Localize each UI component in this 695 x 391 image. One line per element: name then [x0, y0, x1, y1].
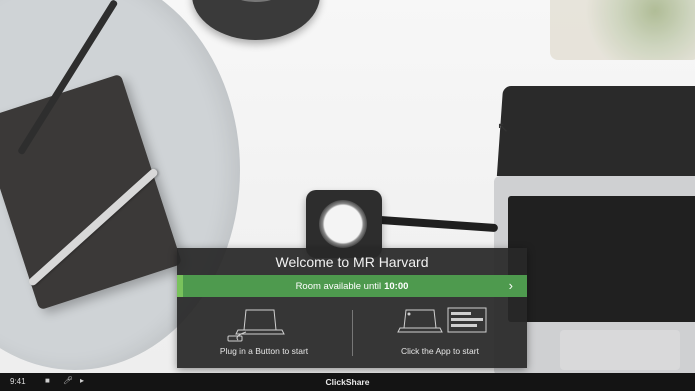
laptop-touchpad: [560, 330, 680, 370]
taskbar: 9:41 ■ 🎤︎ ▸ ClickShare: [0, 373, 695, 391]
plug-in-button-option[interactable]: Plug in a Button to start: [177, 304, 351, 364]
laptop-screen: [496, 86, 695, 176]
microphone-icon[interactable]: 🎤︎: [63, 376, 73, 385]
availability-text: Room available until: [295, 280, 382, 292]
laptop-keyboard: [508, 196, 695, 322]
camera-icon[interactable]: ■: [45, 376, 50, 385]
plug-in-button-label: Plug in a Button to start: [219, 346, 309, 356]
button-cable: [377, 215, 499, 233]
laptop-with-app-icon: [397, 307, 487, 333]
conference-speaker: [192, 0, 320, 40]
brand-label: ClickShare: [325, 377, 370, 387]
click-app-option[interactable]: Click the App to start: [353, 304, 527, 364]
plant: [550, 0, 695, 60]
availability-time: 10:00: [384, 280, 409, 292]
laptop-with-button-icon: [227, 309, 285, 342]
clock: 9:41: [10, 377, 26, 386]
click-app-label: Click the App to start: [401, 346, 479, 356]
welcome-title: Welcome to MR Harvard: [275, 254, 429, 270]
chevron-right-icon: ›: [508, 278, 513, 293]
speaker-icon[interactable]: ▸: [80, 376, 84, 385]
mouse-cursor-icon: ↖: [497, 119, 509, 135]
room-availability-bar[interactable]: Room available until 10:00 ›: [177, 275, 527, 297]
welcome-panel: Welcome to MR Harvard Room available unt…: [177, 248, 527, 368]
